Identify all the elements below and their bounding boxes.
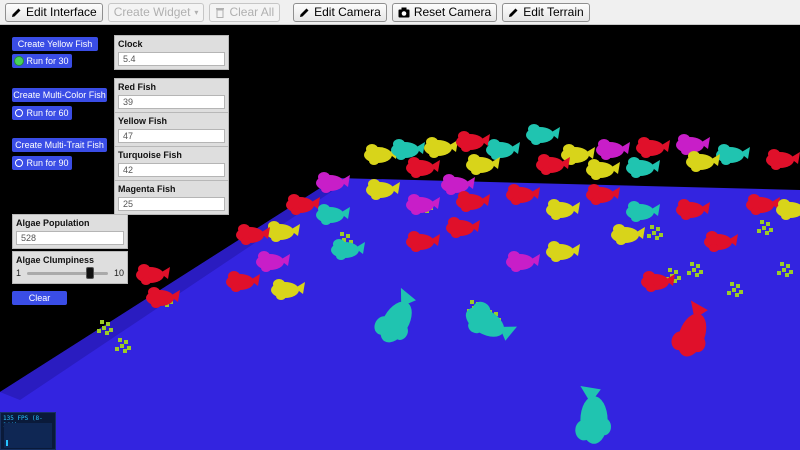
pencil-icon — [12, 8, 21, 17]
edit-terrain-button[interactable]: Edit Terrain — [502, 2, 590, 22]
red-fish-value: 39 — [118, 95, 225, 109]
create-multi-color-fish-button[interactable]: Create Multi-Color Fish — [12, 88, 107, 102]
run-for-60-label: Run for 60 — [26, 108, 69, 118]
clear-all-button[interactable]: Clear All — [209, 2, 281, 22]
red-fish-label: Red Fish — [118, 82, 157, 92]
create-multi-color-fish-label: Create Multi-Color Fish — [13, 90, 106, 100]
clear-button[interactable]: Clear — [12, 291, 67, 305]
run-for-90-label: Run for 90 — [26, 158, 69, 168]
create-widget-label: Create Widget — [113, 5, 191, 19]
clock-value: 5.4 — [118, 52, 225, 66]
clock-widget[interactable]: Clock 5.4 — [114, 35, 229, 70]
power-icon — [15, 109, 24, 117]
run-for-30-label: Run for 30 — [26, 56, 69, 66]
clear-all-label: Clear All — [229, 5, 275, 19]
camera-icon — [398, 7, 410, 17]
running-indicator-icon — [15, 57, 24, 65]
trash-icon — [216, 7, 225, 18]
algae-clumpiness-label: Algae Clumpiness — [16, 255, 95, 265]
create-yellow-fish-button[interactable]: Create Yellow Fish — [12, 37, 98, 51]
toolbar: Edit Interface Create Widget ▾ Clear All… — [0, 0, 800, 25]
slider-thumb[interactable] — [85, 266, 94, 279]
create-widget-button[interactable]: Create Widget ▾ — [107, 2, 205, 22]
yellow-fish-widget[interactable]: Yellow Fish 47 — [114, 112, 229, 147]
power-icon — [15, 159, 24, 167]
create-multi-trait-fish-button[interactable]: Create Multi-Trait Fish — [12, 138, 107, 152]
turquoise-fish-value: 42 — [118, 163, 225, 177]
algae-clumpiness-slider-row: 1 10 — [16, 266, 124, 279]
clock-label: Clock — [118, 39, 143, 49]
clear-label: Clear — [28, 293, 51, 303]
red-fish-widget[interactable]: Red Fish 39 — [114, 78, 229, 113]
chevron-down-icon: ▾ — [194, 7, 199, 17]
reset-camera-button[interactable]: Reset Camera — [391, 2, 498, 22]
create-yellow-fish-label: Create Yellow Fish — [17, 39, 93, 49]
edit-interface-label: Edit Interface — [26, 5, 97, 19]
turquoise-fish-label: Turquoise Fish — [118, 150, 182, 160]
reset-camera-label: Reset Camera — [413, 5, 492, 19]
create-multi-trait-fish-label: Create Multi-Trait Fish — [15, 140, 104, 150]
fps-graph — [4, 423, 52, 448]
fps-meter: 135 FPS (8-144) — [0, 412, 56, 450]
run-for-60-button[interactable]: Run for 60 — [12, 106, 72, 120]
turquoise-fish-widget[interactable]: Turquoise Fish 42 — [114, 146, 229, 181]
magenta-fish-value: 25 — [118, 197, 225, 211]
edit-camera-label: Edit Camera — [314, 5, 381, 19]
edit-terrain-label: Edit Terrain — [523, 5, 584, 19]
pencil-icon — [509, 8, 518, 17]
algae-population-label: Algae Population — [16, 218, 90, 228]
slider-min-label: 1 — [16, 268, 22, 278]
algae-population-widget[interactable]: Algae Population 528 — [12, 214, 128, 249]
edit-interface-button[interactable]: Edit Interface — [5, 2, 103, 22]
algae-clumpiness-widget[interactable]: Algae Clumpiness 1 10 — [12, 251, 128, 284]
slider-max-label: 10 — [113, 268, 124, 278]
magenta-fish-label: Magenta Fish — [118, 184, 176, 194]
yellow-fish-value: 47 — [118, 129, 225, 143]
run-for-30-button[interactable]: Run for 30 — [12, 54, 72, 68]
yellow-fish-label: Yellow Fish — [118, 116, 168, 126]
algae-clumpiness-slider[interactable] — [27, 266, 108, 279]
pencil-icon — [300, 8, 309, 17]
edit-camera-button[interactable]: Edit Camera — [293, 2, 387, 22]
magenta-fish-widget[interactable]: Magenta Fish 25 — [114, 180, 229, 215]
fps-graph-bar — [6, 440, 8, 446]
algae-population-value: 528 — [16, 231, 124, 245]
run-for-90-button[interactable]: Run for 90 — [12, 156, 72, 170]
